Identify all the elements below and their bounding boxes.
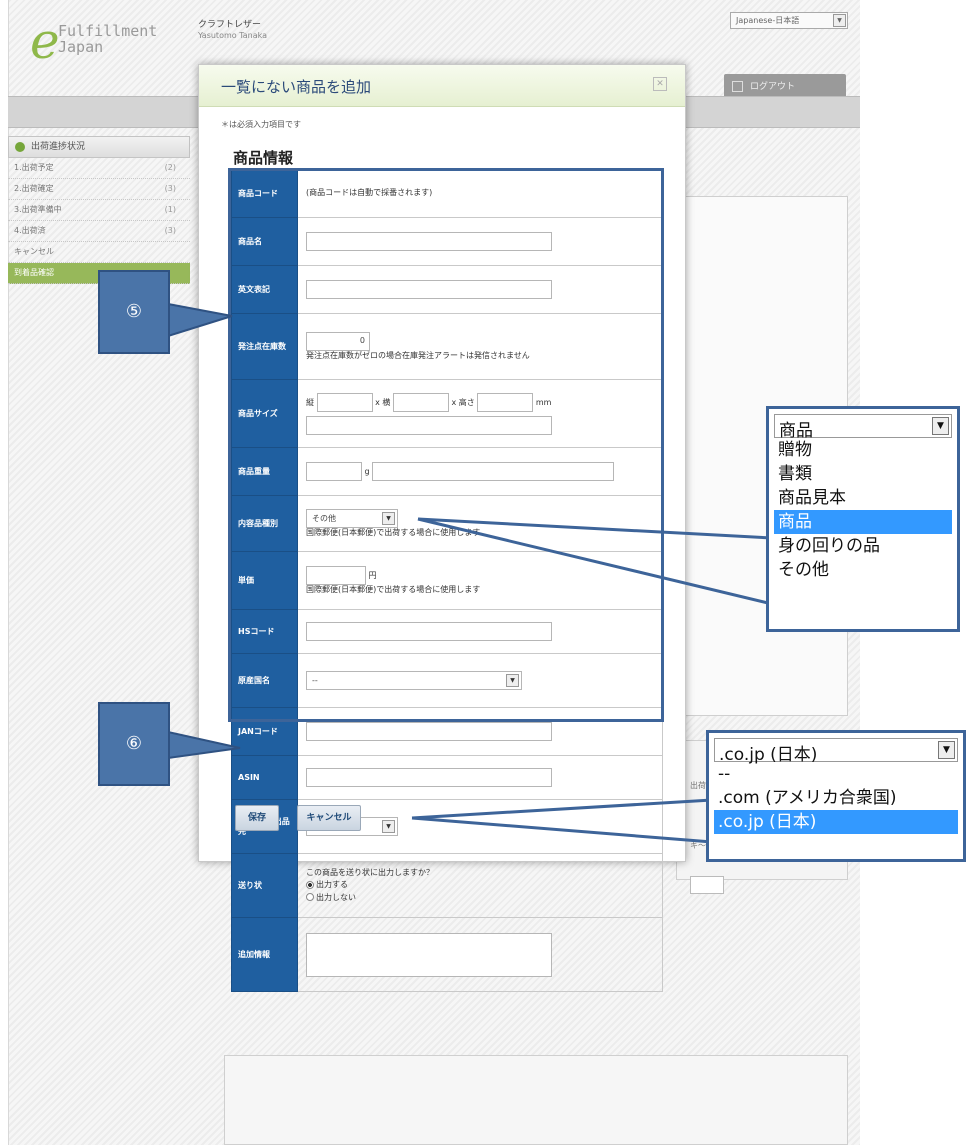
content-type-dropdown-head[interactable]: 商品 ▼ — [774, 414, 952, 441]
chevron-down-icon: ▼ — [932, 417, 949, 435]
content-type-connector-line — [417, 517, 773, 540]
content-type-option[interactable]: 書類 — [774, 462, 952, 486]
marketplace-option[interactable]: .com (アメリカ合衆国) — [714, 786, 958, 810]
marketplace-connector-line — [411, 816, 713, 844]
content-type-option[interactable]: その他 — [774, 558, 952, 582]
marketplace-dropdown-zoom: .co.jp (日本) ▼ -- .com (アメリカ合衆国) .co.jp (… — [706, 730, 966, 862]
marketplace-dropdown-current: .co.jp (日本) — [719, 745, 818, 765]
marketplace-connector-line — [411, 798, 713, 820]
marketplace-dropdown-head[interactable]: .co.jp (日本) ▼ — [714, 738, 958, 765]
content-type-connector-line — [417, 517, 773, 606]
content-type-option-selected[interactable]: 商品 — [774, 510, 952, 534]
callout-5: ⑤ — [98, 270, 170, 354]
callout-5-pointer — [167, 302, 233, 338]
callout-6: ⑥ — [98, 702, 170, 786]
callout-6-pointer — [167, 730, 241, 760]
content-type-dropdown-zoom: 商品 ▼ 贈物 書類 商品見本 商品 身の回りの品 その他 — [766, 406, 960, 632]
marketplace-option-selected[interactable]: .co.jp (日本) — [714, 810, 958, 834]
content-type-option[interactable]: 贈物 — [774, 438, 952, 462]
content-type-dropdown-current: 商品 — [779, 421, 813, 441]
content-type-option[interactable]: 商品見本 — [774, 486, 952, 510]
chevron-down-icon: ▼ — [938, 741, 955, 759]
marketplace-option[interactable]: -- — [714, 762, 958, 786]
content-type-option[interactable]: 身の回りの品 — [774, 534, 952, 558]
